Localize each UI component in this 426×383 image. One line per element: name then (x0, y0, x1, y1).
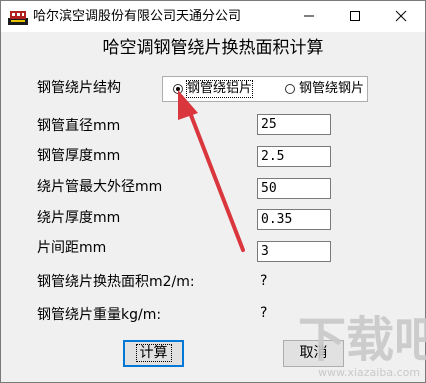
tube-diameter-input[interactable]: 25 (257, 114, 331, 135)
radio-unselected-icon (285, 84, 295, 94)
form-heading: 哈空调钢管绕片换热面积计算 (102, 38, 324, 58)
heat-area-value: ? (260, 273, 268, 289)
app-logo-icon (8, 11, 28, 25)
tube-thickness-input[interactable]: 2.5 (257, 146, 331, 167)
weight-label: 钢管绕片重量kg/m: (37, 307, 162, 323)
fin-thickness-input[interactable]: 0.35 (257, 209, 331, 230)
radio-option-label: 钢管绕铝片 (185, 80, 254, 98)
radio-steel-tube-aluminum-fin[interactable]: 钢管绕铝片 (173, 80, 254, 98)
fin-thickness-label: 绕片厚度mm (37, 210, 121, 226)
radio-option-label: 钢管绕钢片 (299, 81, 365, 96)
radio-steel-tube-steel-fin[interactable]: 钢管绕钢片 (285, 81, 365, 97)
minimize-icon (304, 15, 314, 17)
maximize-button[interactable] (333, 1, 379, 32)
watermark-url: www.xiazaiba.com (318, 366, 421, 379)
heat-area-label: 钢管绕片换热面积m2/m: (37, 274, 195, 290)
close-button[interactable] (379, 1, 425, 32)
minimize-button[interactable] (287, 1, 333, 32)
fin-spacing-input[interactable]: 3 (257, 241, 331, 262)
tube-thickness-label: 钢管厚度mm (37, 148, 121, 164)
fin-outer-diameter-label: 绕片管最大外径mm (37, 179, 163, 195)
weight-value: ? (260, 305, 268, 321)
radio-selected-icon (173, 84, 183, 94)
title-bar[interactable]: 哈尔滨空调股份有限公司天通分公司 (1, 1, 425, 32)
structure-label: 钢管绕片结构 (37, 80, 121, 96)
calculate-button-label: 计算 (135, 344, 172, 362)
maximize-icon (350, 11, 360, 21)
fin-outer-diameter-input[interactable]: 50 (257, 178, 331, 199)
window-title: 哈尔滨空调股份有限公司天通分公司 (33, 9, 242, 24)
calculate-button[interactable]: 计算 (123, 340, 184, 367)
structure-radio-group: 钢管绕铝片 钢管绕钢片 (162, 76, 368, 102)
fin-spacing-label: 片间距mm (37, 240, 107, 256)
tube-diameter-label: 钢管直径mm (37, 118, 121, 134)
close-icon (395, 10, 407, 22)
